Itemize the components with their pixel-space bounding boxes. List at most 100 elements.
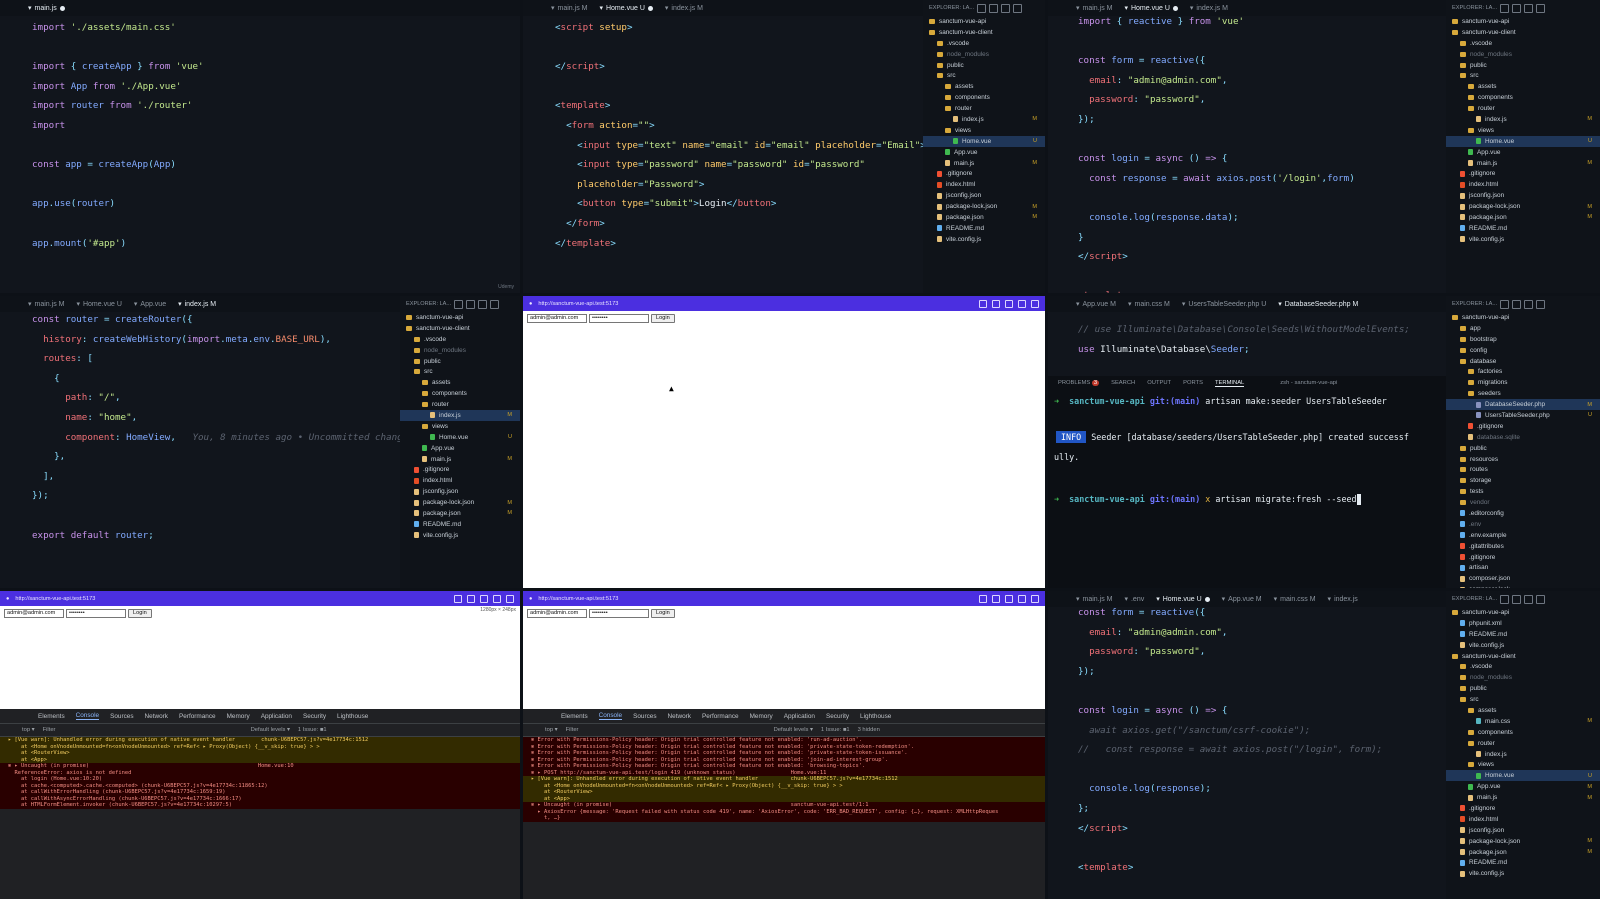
explorer-item[interactable]: vite.config.js [1446,868,1600,879]
link-icon[interactable] [979,594,987,603]
new-folder-icon[interactable] [1512,299,1522,309]
explorer-item[interactable]: storage [1446,475,1600,486]
explorer-item[interactable]: jsconfig.json [1446,190,1600,201]
explorer-item[interactable]: index.html [1446,179,1600,190]
code-area[interactable]: import './assets/main.css' import { creat… [0,16,520,286]
editor-tab[interactable]: ▾ Home.vue U [76,300,121,309]
explorer-item[interactable]: .vscode [1446,661,1600,672]
explorer-item[interactable]: README.md [923,223,1045,234]
editor-tab[interactable]: ▾ App.vue M [1222,595,1262,604]
editor-tab[interactable]: ▾ main.js M [28,300,64,309]
issues-count[interactable]: 1 Issue: ■1 [298,727,327,733]
explorer-item[interactable]: Home.vue U [923,135,1045,147]
editor-tab[interactable]: ▾ App.vue [134,300,166,309]
explorer-item[interactable]: routes [1446,464,1600,475]
devtools-tab-memory[interactable]: Memory [750,713,773,720]
explorer-item[interactable]: package.json M [923,212,1045,223]
explorer-item[interactable]: vendor [1446,497,1600,508]
password-field[interactable]: •••••••• [589,314,649,323]
editor-tab[interactable]: ▾ main.css M [1128,300,1170,309]
new-file-icon[interactable] [1500,594,1510,604]
levels-dropdown[interactable]: Default levels ▾ [251,727,290,733]
explorer-item[interactable]: public [923,60,1045,71]
explorer-item[interactable]: index.html [400,475,520,486]
new-folder-icon[interactable] [466,299,476,309]
explorer-item[interactable]: sanctum-vue-client [923,27,1045,38]
devtools-tab-performance[interactable]: Performance [179,713,216,720]
explorer-item[interactable]: artisan [1446,562,1600,573]
editor-tab[interactable]: ▾ main.css M [1274,595,1316,604]
refresh-icon[interactable] [1001,3,1011,13]
explorer-item[interactable]: sanctum-vue-api [923,16,1045,27]
explorer-item[interactable]: router [1446,738,1600,749]
explorer-item[interactable]: package.json M [400,508,520,519]
refresh-icon[interactable] [1018,299,1026,308]
explorer-item[interactable]: node_modules [400,345,520,356]
explorer-item[interactable]: App.vue [923,147,1045,158]
new-folder-icon[interactable] [989,3,999,13]
editor-tab[interactable]: ▾ App.vue M [1076,300,1116,309]
login-button[interactable]: Login [651,314,675,323]
email-field[interactable]: admin@admin.com [527,314,587,323]
devtools-tab-security[interactable]: Security [303,713,326,720]
new-file-icon[interactable] [454,299,464,309]
levels-dropdown[interactable]: Default levels ▾ [774,727,813,733]
new-file-icon[interactable] [1500,299,1510,309]
collapse-icon[interactable] [1536,594,1546,604]
explorer-item[interactable]: main.js M [1446,158,1600,169]
refresh-icon[interactable] [478,299,488,309]
explorer-item[interactable]: main.js M [923,158,1045,169]
link-icon[interactable] [979,299,987,308]
email-field[interactable]: admin@admin.com [527,609,587,618]
explorer-item[interactable]: phpunit.xml [1446,618,1600,629]
explorer-item[interactable]: README.md [1446,223,1600,234]
explorer-item[interactable]: main.js M [400,454,520,465]
password-field[interactable]: •••••••• [589,609,649,618]
explorer-item[interactable]: package-lock.json M [1446,836,1600,847]
explorer-item[interactable]: components [1446,92,1600,103]
explorer-item[interactable]: index.js [1446,749,1600,760]
explorer-item[interactable]: .gitignore [1446,421,1600,432]
context-select[interactable]: top ▾ [545,727,558,733]
tabs-icon[interactable] [467,594,475,603]
tab-ports[interactable]: PORTS [1183,380,1203,386]
login-button[interactable]: Login [128,609,152,618]
explorer-item[interactable]: .gitignore [400,464,520,475]
window-icon[interactable] [1005,299,1013,308]
devtools-tab-console[interactable]: Console [598,712,623,720]
explorer-item[interactable]: .vscode [1446,38,1600,49]
explorer-item[interactable]: .env [1446,519,1600,530]
devtools-tab-elements[interactable]: Elements [561,713,588,720]
explorer-item[interactable]: resources [1446,454,1600,465]
explorer-item[interactable]: node_modules [1446,672,1600,683]
explorer-item[interactable]: assets [1446,705,1600,716]
explorer-item[interactable]: public [400,356,520,367]
explorer-item[interactable]: main.css M [1446,716,1600,727]
explorer-item[interactable]: UsersTableSeeder.php U [1446,410,1600,421]
refresh-icon[interactable] [493,594,501,603]
explorer-item[interactable]: src [923,70,1045,81]
editor-tab[interactable]: ▾ main.js M [1076,595,1112,604]
explorer-item[interactable]: sanctum-vue-api [1446,607,1600,618]
devtools-tab-sources[interactable]: Sources [633,713,656,720]
editor-tab[interactable]: ▾ UsersTableSeeder.php U [1182,300,1266,309]
devtools-tab-security[interactable]: Security [826,713,849,720]
refresh-icon[interactable] [1524,594,1534,604]
devtools-tab-elements[interactable]: Elements [38,713,65,720]
explorer-item[interactable]: config [1446,345,1600,356]
editor-tab[interactable]: ▾ main.js M [551,4,587,13]
explorer-item[interactable]: public [1446,683,1600,694]
password-field[interactable]: •••••••• [66,609,126,618]
console-message[interactable]: ▸ AxiosError {message: 'Request failed w… [523,808,1045,815]
new-folder-icon[interactable] [1512,594,1522,604]
issues-count[interactable]: 1 Issue: ■1 [821,727,850,733]
explorer-item[interactable]: package-lock.json M [400,497,520,508]
explorer-item[interactable]: App.vue [1446,147,1600,158]
refresh-icon[interactable] [1018,594,1026,603]
explorer-item[interactable]: Home.vue U [400,432,520,443]
explorer-item[interactable]: App.vue [400,443,520,454]
explorer-item[interactable]: views [400,421,520,432]
explorer-item[interactable]: database [1446,356,1600,367]
explorer-item[interactable]: .gitignore [1446,168,1600,179]
explorer-item[interactable]: router [400,399,520,410]
